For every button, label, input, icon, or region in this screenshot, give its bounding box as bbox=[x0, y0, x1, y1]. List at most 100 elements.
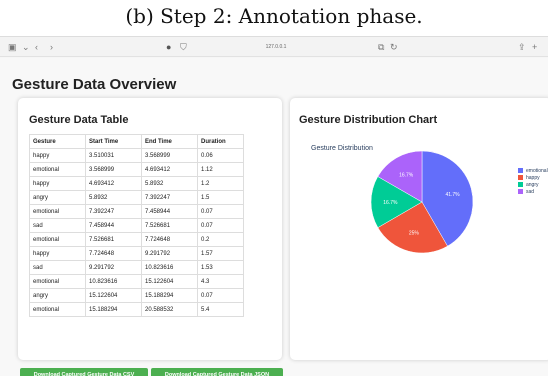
table-row: happy 7.724648 9.291792 1.57 bbox=[29, 246, 244, 261]
duration-cell: 0.07 bbox=[197, 204, 244, 219]
end-time-cell: 20.588532 bbox=[141, 302, 198, 317]
start-time-cell: 3.568999 bbox=[85, 162, 142, 177]
legend-label-emotional[interactable]: emotional bbox=[526, 168, 548, 174]
figure-caption: (b) Step 2: Annotation phase. bbox=[125, 4, 423, 28]
slice-label-sad: 16.7% bbox=[399, 173, 414, 179]
table-row: angry 15.122604 15.188294 0.07 bbox=[29, 288, 244, 303]
gesture-cell: emotional bbox=[29, 274, 86, 289]
gesture-cell: emotional bbox=[29, 204, 86, 219]
legend-label-sad[interactable]: sad bbox=[526, 189, 534, 195]
gesture-cell: emotional bbox=[29, 302, 86, 317]
table-header-row: Gesture Start Time End Time Duration bbox=[29, 134, 244, 149]
page-title: Gesture Data Overview bbox=[12, 76, 177, 93]
gesture-cell: happy bbox=[29, 176, 86, 191]
end-time-cell: 15.122604 bbox=[141, 274, 198, 289]
start-time-cell: 15.188294 bbox=[85, 302, 142, 317]
table-row: emotional 3.568999 4.693412 1.12 bbox=[29, 162, 244, 177]
back-icon[interactable]: ‹ bbox=[35, 40, 38, 54]
chart-card: Gesture Distribution Chart Gesture Distr… bbox=[290, 98, 548, 360]
legend-label-happy[interactable]: happy bbox=[526, 175, 540, 181]
table-card-title: Gesture Data Table bbox=[29, 114, 129, 126]
gesture-cell: happy bbox=[29, 246, 86, 261]
table-row: happy 3.510031 3.568999 0.06 bbox=[29, 148, 244, 163]
end-time-cell: 3.568999 bbox=[141, 148, 198, 163]
duration-cell: 0.2 bbox=[197, 232, 244, 247]
gesture-cell: emotional bbox=[29, 232, 86, 247]
sidebar-icon[interactable]: ▣ bbox=[8, 40, 17, 54]
end-time-cell: 4.693412 bbox=[141, 162, 198, 177]
legend-swatch-angry[interactable] bbox=[518, 182, 523, 187]
column-header-gesture: Gesture bbox=[29, 134, 86, 149]
url-field[interactable]: 127.0.0.1 bbox=[236, 41, 316, 53]
slice-label-emotional: 41.7% bbox=[445, 192, 460, 198]
gesture-cell: emotional bbox=[29, 162, 86, 177]
end-time-cell: 10.823616 bbox=[141, 260, 198, 275]
start-time-cell: 4.693412 bbox=[85, 176, 142, 191]
table-row: emotional 10.823616 15.122604 4.3 bbox=[29, 274, 244, 289]
duration-cell: 4.3 bbox=[197, 274, 244, 289]
start-time-cell: 3.510031 bbox=[85, 148, 142, 163]
legend-swatch-happy[interactable] bbox=[518, 175, 523, 180]
slice-label-happy: 25% bbox=[409, 231, 420, 237]
table-row: sad 9.291792 10.823616 1.53 bbox=[29, 260, 244, 275]
end-time-cell: 7.526681 bbox=[141, 218, 198, 233]
start-time-cell: 7.526681 bbox=[85, 232, 142, 247]
duration-cell: 1.5 bbox=[197, 190, 244, 205]
start-time-cell: 5.8932 bbox=[85, 190, 142, 205]
chart-title: Gesture Distribution bbox=[311, 145, 373, 152]
table-row: emotional 7.526681 7.724648 0.2 bbox=[29, 232, 244, 247]
duration-cell: 1.53 bbox=[197, 260, 244, 275]
duration-cell: 0.07 bbox=[197, 288, 244, 303]
gesture-distribution-chart: Gesture Distribution 41.7% 25% 16.7% 16.7% em… bbox=[311, 145, 548, 254]
gesture-cell: angry bbox=[29, 288, 86, 303]
end-time-cell: 7.458944 bbox=[141, 204, 198, 219]
gesture-cell: angry bbox=[29, 190, 86, 205]
end-time-cell: 15.188294 bbox=[141, 288, 198, 303]
table-row: happy 4.693412 5.8932 1.2 bbox=[29, 176, 244, 191]
legend-label-angry[interactable]: angry bbox=[526, 182, 539, 188]
gesture-cell: sad bbox=[29, 260, 86, 275]
duration-cell: 1.57 bbox=[197, 246, 244, 261]
gesture-data-table: Gesture Start Time End Time Duration hap… bbox=[29, 134, 244, 317]
slice-label-angry: 16.7% bbox=[383, 200, 398, 206]
end-time-cell: 7.392247 bbox=[141, 190, 198, 205]
start-time-cell: 7.458944 bbox=[85, 218, 142, 233]
browser-toolbar: ▣ ⌄ ‹ › ● ⛉ 127.0.0.1 ⧉ ↻ ⇪ + bbox=[0, 37, 548, 57]
site-icon: ● bbox=[166, 42, 172, 52]
shield-icon[interactable]: ⛉ bbox=[180, 40, 187, 54]
download-json-button[interactable]: Download Captured Gesture Data JSON bbox=[151, 368, 283, 376]
table-row: angry 5.8932 7.392247 1.5 bbox=[29, 190, 244, 205]
duration-cell: 0.06 bbox=[197, 148, 244, 163]
duration-cell: 5.4 bbox=[197, 302, 244, 317]
browser-window: ▣ ⌄ ‹ › ● ⛉ 127.0.0.1 ⧉ ↻ ⇪ + Gesture Da… bbox=[0, 36, 548, 376]
legend-swatch-emotional[interactable] bbox=[518, 168, 523, 173]
duration-cell: 0.07 bbox=[197, 218, 244, 233]
gesture-cell: sad bbox=[29, 218, 86, 233]
new-tab-icon[interactable]: + bbox=[532, 40, 537, 54]
start-time-cell: 10.823616 bbox=[85, 274, 142, 289]
start-time-cell: 7.724648 bbox=[85, 246, 142, 261]
table-row: emotional 7.392247 7.458944 0.07 bbox=[29, 204, 244, 219]
duration-cell: 1.2 bbox=[197, 176, 244, 191]
share-icon[interactable]: ⇪ bbox=[518, 40, 526, 54]
download-csv-button[interactable]: Download Captured Gesture Data CSV bbox=[20, 368, 148, 376]
table-row: sad 7.458944 7.526681 0.07 bbox=[29, 218, 244, 233]
start-time-cell: 15.122604 bbox=[85, 288, 142, 303]
legend-swatch-sad[interactable] bbox=[518, 189, 523, 194]
column-header-start-time: Start Time bbox=[85, 134, 142, 149]
translate-icon[interactable]: ⧉ bbox=[378, 40, 384, 54]
start-time-cell: 7.392247 bbox=[85, 204, 142, 219]
chevron-down-icon[interactable]: ⌄ bbox=[22, 40, 30, 54]
page-content: Gesture Data Overview Gesture Data Table… bbox=[0, 58, 548, 376]
gesture-cell: happy bbox=[29, 148, 86, 163]
table-row: emotional 15.188294 20.588532 5.4 bbox=[29, 302, 244, 317]
reload-icon[interactable]: ↻ bbox=[390, 40, 398, 54]
end-time-cell: 5.8932 bbox=[141, 176, 198, 191]
column-header-duration: Duration bbox=[197, 134, 244, 149]
forward-icon[interactable]: › bbox=[50, 40, 53, 54]
end-time-cell: 7.724648 bbox=[141, 232, 198, 247]
duration-cell: 1.12 bbox=[197, 162, 244, 177]
start-time-cell: 9.291792 bbox=[85, 260, 142, 275]
table-card: Gesture Data Table Gesture Start Time En… bbox=[18, 98, 282, 360]
end-time-cell: 9.291792 bbox=[141, 246, 198, 261]
